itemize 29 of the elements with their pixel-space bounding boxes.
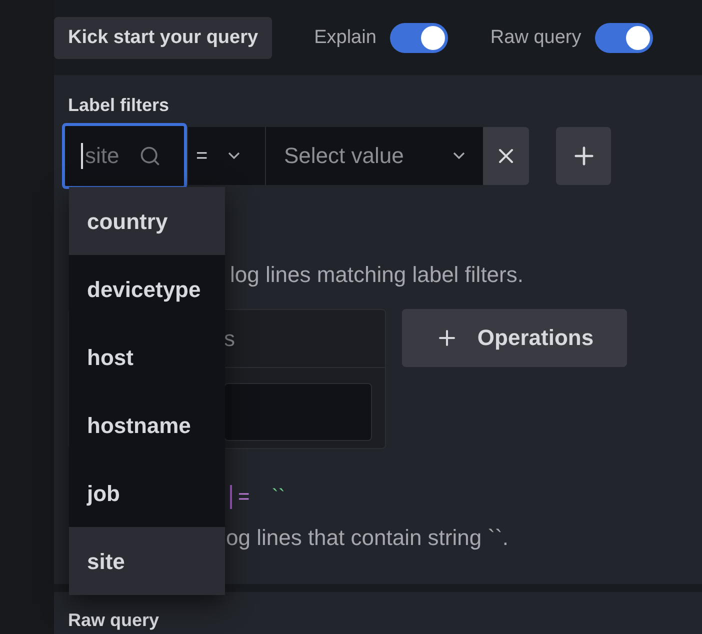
kick-start-button[interactable]: Kick start your query [54, 17, 272, 60]
operation-input[interactable] [224, 382, 372, 441]
dropdown-option[interactable]: site [69, 527, 225, 595]
label-input[interactable]: site [85, 139, 125, 172]
value-select[interactable]: Select value [265, 126, 483, 185]
dropdown-option[interactable]: devicetype [69, 255, 225, 323]
dropdown-option[interactable]: hostname [69, 391, 225, 459]
dropdown-option[interactable]: country [69, 187, 225, 255]
section-title: Raw query [68, 610, 160, 630]
chevron-icon [228, 152, 240, 160]
toggle-label: Explain [314, 26, 376, 50]
dropdown-option[interactable]: host [69, 323, 225, 391]
code-operator: = [238, 484, 250, 510]
operator-select[interactable]: = [187, 126, 265, 185]
dropdown-option[interactable]: job [69, 459, 225, 527]
code-value: `` [272, 484, 286, 510]
toggle-switch[interactable] [595, 23, 654, 54]
add-button[interactable] [556, 126, 611, 185]
explanation-text: og lines that contain string ``. [226, 524, 510, 552]
remove-button[interactable] [483, 126, 529, 185]
chevron-icon [453, 152, 465, 160]
operation-title: s [224, 324, 235, 353]
label-select[interactable]: site [62, 122, 187, 189]
section-title: Label filters [68, 94, 170, 117]
operations-button[interactable]: Operations [402, 308, 627, 367]
toggle-switch[interactable] [390, 23, 448, 54]
explanation-text: log lines matching label filters. [230, 260, 524, 289]
search-icon [139, 144, 161, 167]
toggle-label: Raw query [490, 26, 582, 50]
